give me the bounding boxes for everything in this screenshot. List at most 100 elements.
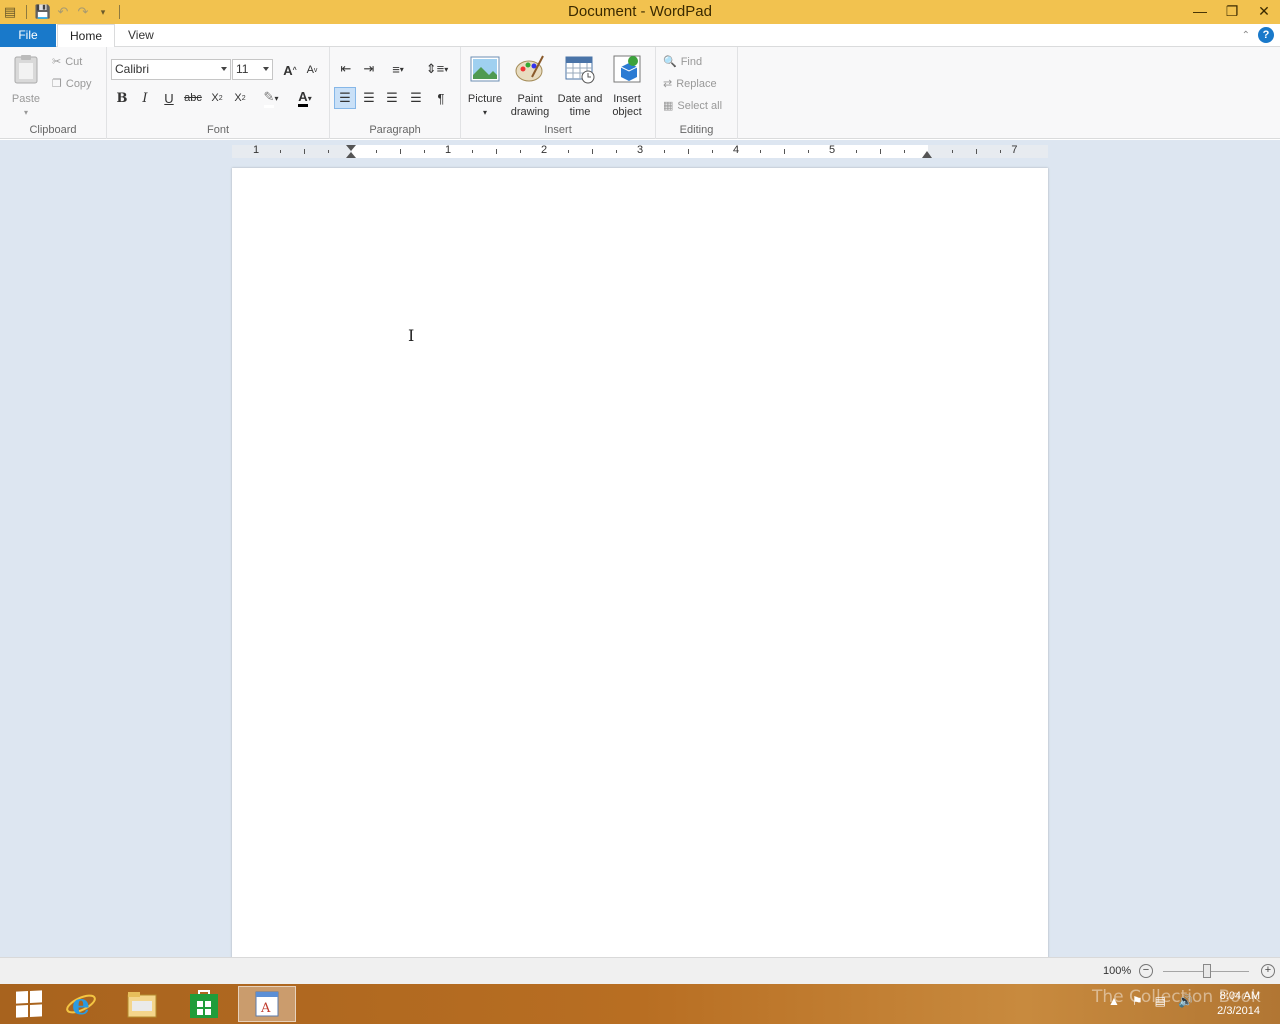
font-color-icon: A (298, 89, 308, 107)
copy-label: Copy (65, 77, 92, 90)
volume-icon[interactable]: 🔊 (1178, 994, 1193, 1008)
ruler-tick (1000, 150, 1001, 153)
font-family-value: Calibri (115, 62, 150, 76)
tab-home[interactable]: Home (57, 24, 116, 48)
line-spacing-button[interactable]: ⇕≡ ▾ (422, 58, 452, 80)
picture-icon (470, 56, 500, 82)
show-hidden-icons-icon[interactable]: ▲ (1108, 994, 1120, 1008)
ruler-number: 4 (732, 144, 740, 156)
insert-object-button[interactable]: Insert object (607, 53, 647, 119)
ruler-number: 1 (252, 144, 260, 156)
taskbar-file-explorer[interactable] (113, 986, 171, 1022)
insert-object-label-2: object (612, 106, 642, 118)
paste-label: Paste (11, 93, 41, 105)
clock[interactable]: 8:04 AM 2/3/2014 (1217, 989, 1260, 1019)
help-icon[interactable]: ? (1258, 27, 1274, 43)
increase-indent-button[interactable]: ⇥ (358, 58, 380, 80)
paste-button[interactable]: Paste ▾ (8, 53, 44, 119)
window-controls: — ❐ ✕ (1184, 0, 1280, 24)
editing-group: 🔍 Find ⇄ Replace ▦ Select all Editing (656, 47, 738, 139)
ribbon-tabs: File Home View ⌃ ? (0, 24, 1280, 48)
minimize-button[interactable]: — (1184, 0, 1216, 22)
clipboard-icon (14, 55, 38, 84)
select-all-button[interactable]: ▦ Select all (663, 99, 722, 113)
title-bar: ▤ 💾 ↶ ↷ ▾ Document - WordPad — ❐ ✕ (0, 0, 1280, 24)
align-left-button[interactable]: ☰ (334, 87, 356, 109)
zoom-out-button[interactable]: − (1139, 964, 1153, 978)
zoom-slider-thumb[interactable] (1203, 964, 1211, 978)
left-indent-marker[interactable] (346, 145, 356, 151)
chevron-down-icon: ▾ (444, 64, 449, 74)
chevron-down-icon: ▾ (307, 93, 312, 103)
ruler-number: 7 (1011, 144, 1018, 156)
restore-button[interactable]: ❐ (1216, 0, 1248, 22)
clock-time: 8:04 AM (1219, 990, 1260, 1002)
taskbar-store[interactable] (175, 986, 233, 1022)
decrease-indent-button[interactable]: ⇤ (335, 58, 357, 80)
ruler-number: 2 (540, 144, 548, 156)
replace-button[interactable]: ⇄ Replace (663, 77, 717, 91)
strikethrough-button[interactable]: abc (182, 87, 204, 109)
italic-button[interactable]: I (134, 87, 156, 109)
font-family-select[interactable]: Calibri (111, 59, 231, 80)
find-button[interactable]: 🔍 Find (663, 55, 702, 69)
picture-label: Picture (467, 93, 503, 105)
highlighter-icon: ✎ (263, 89, 275, 108)
taskbar-wordpad[interactable]: A (238, 986, 296, 1022)
underline-button[interactable]: U (158, 87, 180, 109)
wordpad-icon: A (255, 991, 279, 1017)
start-button[interactable] (0, 986, 58, 1022)
paint-drawing-button[interactable]: Paint drawing (507, 53, 553, 119)
align-right-button[interactable]: ☰ (381, 87, 403, 109)
ruler[interactable]: 1 1 2 3 4 5 7 (232, 144, 1048, 158)
tab-file[interactable]: File (0, 24, 56, 47)
subscript-button[interactable]: X2 (206, 87, 228, 109)
ruler-tick (520, 150, 521, 153)
tab-view[interactable]: View (116, 24, 166, 47)
font-size-select[interactable]: 11 (232, 59, 273, 80)
cut-button[interactable]: ✂ Cut (52, 55, 83, 69)
insert-object-icon (613, 55, 641, 83)
ruler-tick (304, 149, 305, 154)
minimize-ribbon-icon[interactable]: ⌃ (1242, 30, 1250, 41)
folder-icon (127, 992, 157, 1018)
taskbar-internet-explorer[interactable]: e (52, 986, 110, 1022)
bold-button[interactable]: B (111, 87, 133, 109)
grow-font-button[interactable]: A ^ (279, 59, 301, 81)
document-page[interactable] (232, 168, 1048, 957)
hanging-indent-marker[interactable] (346, 152, 356, 158)
clock-date: 2/3/2014 (1217, 1005, 1260, 1017)
replace-icon: ⇄ (663, 78, 673, 90)
justify-button[interactable]: ☰ (405, 87, 427, 109)
select-all-icon: ▦ (663, 100, 674, 112)
date-time-button[interactable]: Date and time (555, 53, 605, 119)
zoom-in-button[interactable]: + (1261, 964, 1275, 978)
bullets-button[interactable]: ≡ ▾ (383, 58, 413, 80)
window-title: Document - WordPad (568, 3, 712, 20)
paragraph-group-label: Paragraph (369, 124, 421, 136)
network-icon[interactable]: ▤ (1155, 994, 1166, 1008)
internet-explorer-icon: e (66, 988, 96, 1020)
ruler-number: 5 (828, 144, 836, 156)
picture-button[interactable]: Picture ▾ (465, 53, 505, 119)
chevron-down-icon (221, 67, 227, 71)
right-indent-marker[interactable] (922, 151, 932, 158)
chevron-down-icon: ▾ (274, 93, 279, 103)
cut-label: Cut (65, 55, 83, 68)
text-color-button[interactable]: A ▾ (289, 87, 321, 109)
action-center-flag-icon[interactable]: ⚑ (1132, 994, 1143, 1008)
highlight-color-button[interactable]: ✎ ▾ (255, 87, 287, 109)
close-button[interactable]: ✕ (1248, 0, 1280, 22)
paint-drawing-label-1: Paint (517, 93, 543, 105)
superscript-button[interactable]: X2 (229, 87, 251, 109)
ruler-tick (952, 150, 953, 153)
status-bar: 100% − + (0, 957, 1280, 984)
line-spacing-icon: ⇕≡ (425, 61, 445, 76)
shrink-font-button[interactable]: Av (301, 59, 323, 81)
copy-icon: ❐ (52, 78, 62, 90)
paragraph-settings-button[interactable]: ¶ (430, 87, 452, 109)
align-center-button[interactable]: ☰ (358, 87, 380, 109)
font-group: Calibri 11 A ^ Av B I U abc X2 X2 ✎ ▾ A ▾ F… (107, 47, 330, 139)
ruler-tick (280, 150, 281, 153)
copy-button[interactable]: ❐ Copy (52, 77, 92, 91)
